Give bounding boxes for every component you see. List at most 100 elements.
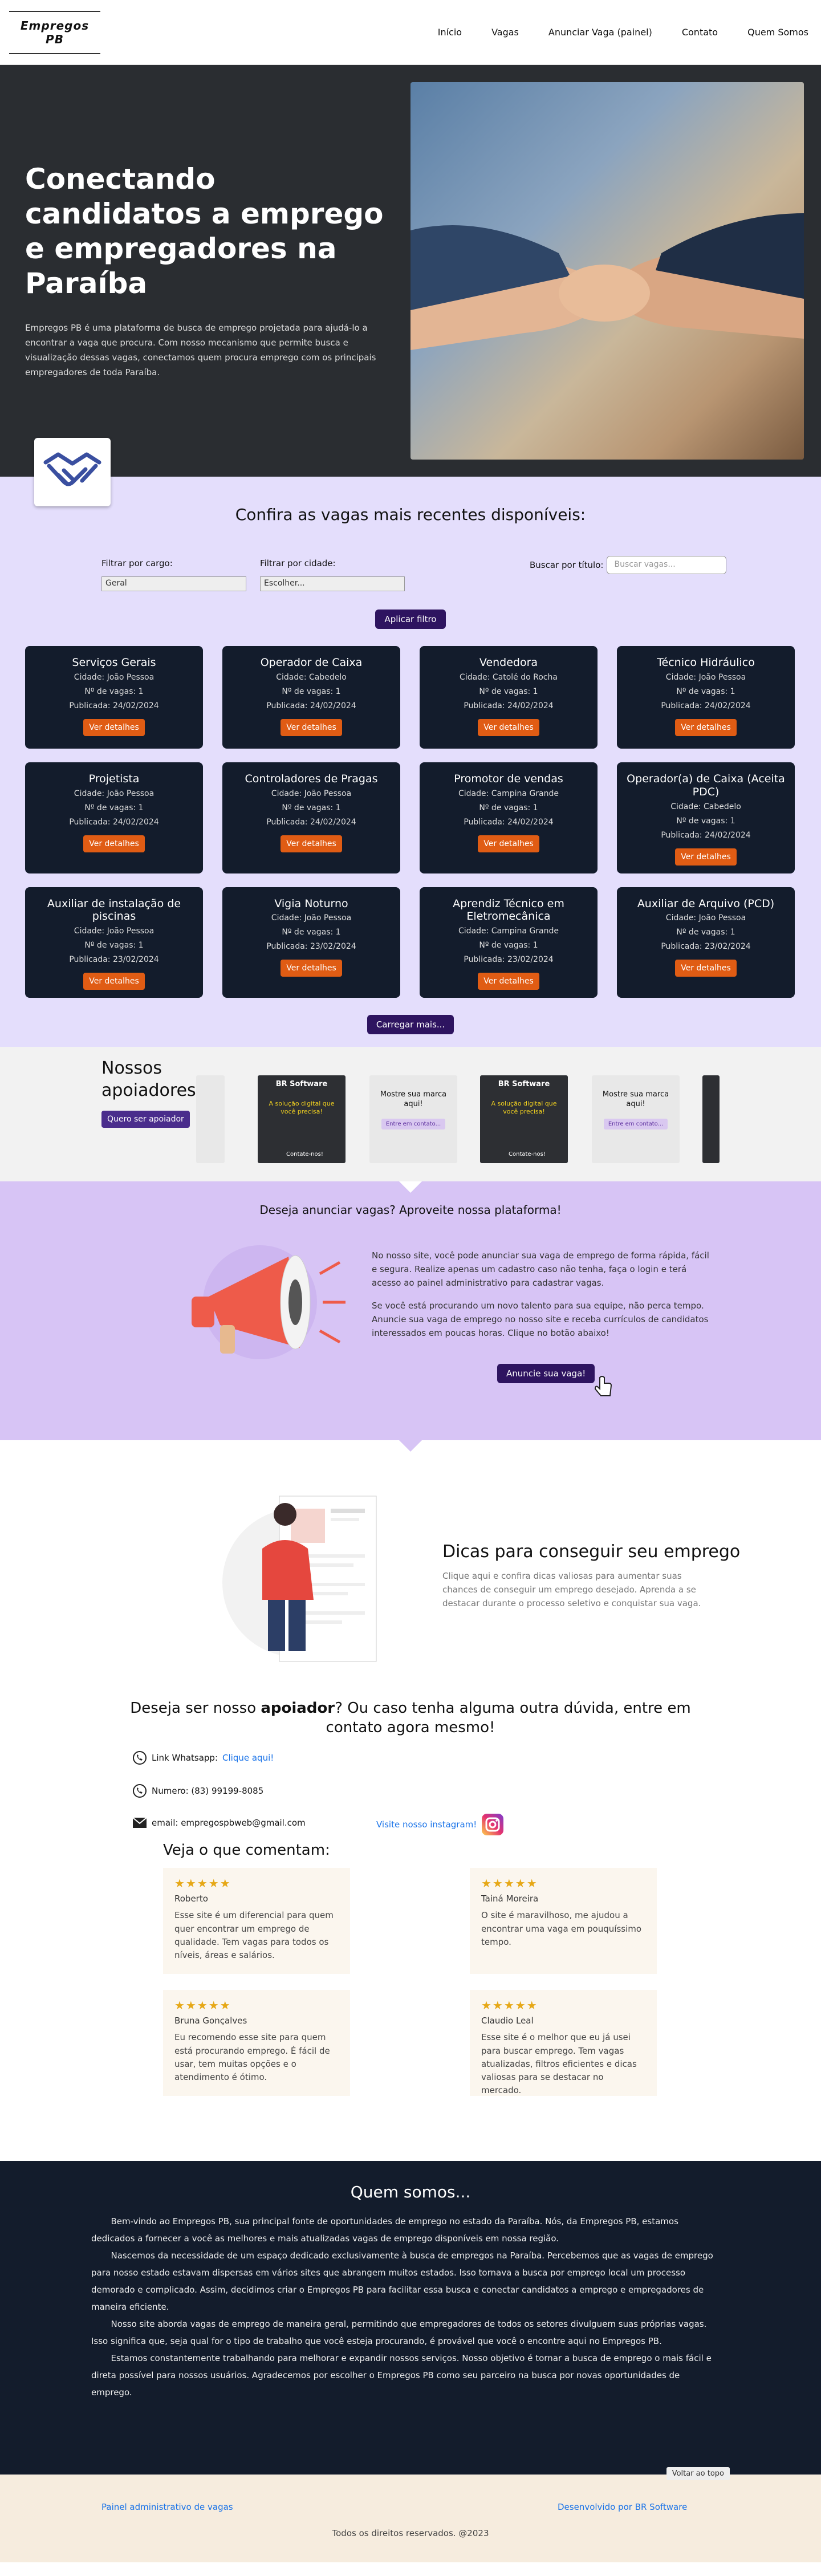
load-more-button[interactable]: Carregar mais... [367, 1015, 454, 1035]
supporters-title: Nossos apoiadores: [101, 1058, 202, 1101]
about-title: Quem somos... [350, 2183, 471, 2202]
tips-title[interactable]: Dicas para conseguir seu emprego [442, 1542, 740, 1562]
job-vacancies: Nº de vagas: 1 [479, 941, 538, 950]
job-city: Cidade: João Pessoa [665, 913, 746, 923]
job-city: Cidade: João Pessoa [271, 789, 352, 798]
job-date: Publicada: 23/02/2024 [661, 942, 751, 952]
become-supporter-button[interactable]: Quero ser apoiador [101, 1111, 190, 1128]
jobs-section: Confira as vagas mais recentes disponíve… [0, 477, 821, 1047]
nav-link-anunciar[interactable]: Anunciar Vaga (painel) [548, 27, 652, 38]
search-input[interactable]: Buscar vagas... [607, 556, 727, 574]
instagram-icon[interactable] [481, 1813, 504, 1836]
job-city: Cidade: João Pessoa [271, 913, 352, 923]
contact-instagram[interactable]: Visite nosso instagram! [376, 1813, 504, 1836]
search-label: Buscar por título: [530, 560, 604, 570]
contact-section: Deseja ser nosso apoiador? Ou caso tenha… [0, 1699, 821, 1842]
view-details-button[interactable]: Ver detalhes [675, 718, 737, 736]
supporter-card-br-software[interactable]: BR Software A solução digital que você p… [258, 1075, 346, 1164]
job-card: Vendedora Cidade: Catolé do Rocha Nº de va… [420, 646, 598, 749]
view-details-button[interactable]: Ver detalhes [83, 973, 145, 990]
apply-filter-button[interactable]: Aplicar filtro [375, 610, 446, 629]
job-city: Cidade: Cabedelo [670, 802, 741, 811]
view-details-button[interactable]: Ver detalhes [478, 973, 539, 990]
nav-link-inicio[interactable]: Início [438, 27, 462, 38]
job-grid: Serviços Gerais Cidade: João Pessoa Nº de … [25, 646, 796, 998]
supporter-card-br-software[interactable]: BR Software A solução digital que você p… [480, 1075, 568, 1164]
job-date: Publicada: 24/02/2024 [464, 817, 554, 827]
supporter-placeholder-card[interactable]: Mostre sua marca aqui! Entre em contato.… [369, 1075, 457, 1164]
about-section: Quem somos... Bem-vindo ao Empregos PB, … [0, 2161, 821, 2481]
section-divider-arrow [399, 1440, 422, 1452]
resume-illustration[interactable] [217, 1486, 405, 1668]
developer-link[interactable]: Desenvolvido por BR Software [558, 2502, 687, 2512]
job-vacancies: Nº de vagas: 1 [676, 816, 735, 826]
job-vacancies: Nº de vagas: 1 [84, 686, 144, 696]
filter-cidade-select[interactable]: Escolher... [260, 576, 405, 591]
job-title: Controladores de Pragas [245, 773, 378, 785]
testimonial-card: ★★★★★ Bruna Gonçalves Eu recomendo esse … [163, 1990, 350, 2096]
job-city: Cidade: João Pessoa [74, 927, 155, 936]
job-title: Aprendiz Técnico em Eletromecânica [453, 897, 564, 923]
view-details-button[interactable]: Ver detalhes [83, 718, 145, 736]
rating-stars: ★★★★★ [174, 1876, 231, 1891]
job-date: Publicada: 23/02/2024 [464, 955, 554, 965]
filters-bar: Filtrar por cargo: Geral Filtrar por cid… [25, 556, 796, 604]
supporter-card-partial [702, 1075, 720, 1164]
job-city: Cidade: João Pessoa [665, 672, 746, 682]
job-date: Publicada: 24/02/2024 [266, 701, 356, 710]
job-card: Auxiliar de instalação de piscinas Cidade… [25, 887, 203, 998]
job-city: Cidade: Cabedelo [276, 672, 347, 682]
view-details-button[interactable]: Ver detalhes [281, 960, 342, 977]
filter-cidade-label: Filtrar por cidade: [260, 558, 336, 568]
view-details-button[interactable]: Ver detalhes [281, 835, 342, 852]
job-date: Publicada: 24/02/2024 [661, 701, 751, 710]
job-city: Cidade: João Pessoa [74, 672, 155, 682]
contact-phone: Numero: (83) 99199-8085 [132, 1783, 263, 1798]
tips-section: Dicas para conseguir seu emprego Clique … [0, 1440, 821, 1700]
view-details-button[interactable]: Ver detalhes [675, 960, 737, 977]
site-logo[interactable]: Empregos PB [9, 10, 100, 54]
job-vacancies: Nº de vagas: 1 [84, 803, 144, 812]
footer: Painel administrativo de vagas Desenvolv… [0, 2475, 821, 2563]
job-city: Cidade: Campina Grande [458, 927, 559, 936]
job-card: Auxiliar de Arquivo (PCD) Cidade: João Pe… [617, 887, 795, 998]
advertise-button[interactable]: Anuncie sua vaga! [497, 1364, 595, 1384]
view-details-button[interactable]: Ver detalhes [281, 718, 342, 736]
whatsapp-link[interactable]: Clique aqui! [222, 1753, 274, 1763]
contact-title: Deseja ser nosso apoiador? Ou caso tenha… [130, 1700, 691, 1736]
view-details-button[interactable]: Ver detalhes [83, 835, 145, 852]
filter-cargo-select[interactable]: Geral [101, 576, 246, 591]
job-date: Publicada: 23/02/2024 [266, 942, 356, 952]
back-to-top-button[interactable]: Voltar ao topo [666, 2467, 730, 2481]
view-details-button[interactable]: Ver detalhes [675, 848, 737, 866]
job-city: Cidade: Catolé do Rocha [460, 672, 558, 682]
job-title: Operador de Caixa [260, 656, 363, 669]
job-card: Controladores de Pragas Cidade: João Pess… [222, 762, 400, 873]
supporter-placeholder-card[interactable]: Mostre sua marca aqui! Entre em contato.… [592, 1075, 680, 1164]
handshake-icon [34, 438, 111, 506]
job-vacancies: Nº de vagas: 1 [676, 686, 735, 696]
job-city: Cidade: João Pessoa [74, 789, 155, 798]
rating-stars: ★★★★★ [174, 1998, 231, 2013]
view-details-button[interactable]: Ver detalhes [478, 835, 539, 852]
testimonial-card: ★★★★★ Roberto Esse site é um diferencial… [163, 1868, 350, 1974]
job-vacancies: Nº de vagas: 1 [282, 803, 341, 812]
top-navbar: Empregos PB Início Vagas Anunciar Vaga (… [0, 0, 821, 65]
nav-link-quem-somos[interactable]: Quem Somos [747, 27, 808, 38]
testimonials-title: Veja o que comentam: [163, 1842, 330, 1859]
job-card: Vigia Noturno Cidade: João Pessoa Nº de va… [222, 887, 400, 998]
job-title: Projetista [88, 773, 140, 785]
handshake-photo [410, 82, 804, 460]
contact-email: email: empregospbweb@gmail.com [132, 1817, 306, 1829]
email-icon [132, 1817, 147, 1829]
view-details-button[interactable]: Ver detalhes [478, 718, 539, 736]
nav-link-contato[interactable]: Contato [682, 27, 718, 38]
tips-text[interactable]: Clique aqui e confira dicas valiosas par… [442, 1569, 705, 1610]
whatsapp-icon [133, 1751, 147, 1765]
admin-panel-link[interactable]: Painel administrativo de vagas [101, 2502, 233, 2512]
nav-link-vagas[interactable]: Vagas [491, 27, 519, 38]
supporters-section: Nossos apoiadores: Quero ser apoiador BR… [0, 1047, 821, 1182]
job-vacancies: Nº de vagas: 1 [84, 941, 144, 950]
job-date: Publicada: 24/02/2024 [266, 817, 356, 827]
job-title: Auxiliar de Arquivo (PCD) [637, 897, 775, 910]
